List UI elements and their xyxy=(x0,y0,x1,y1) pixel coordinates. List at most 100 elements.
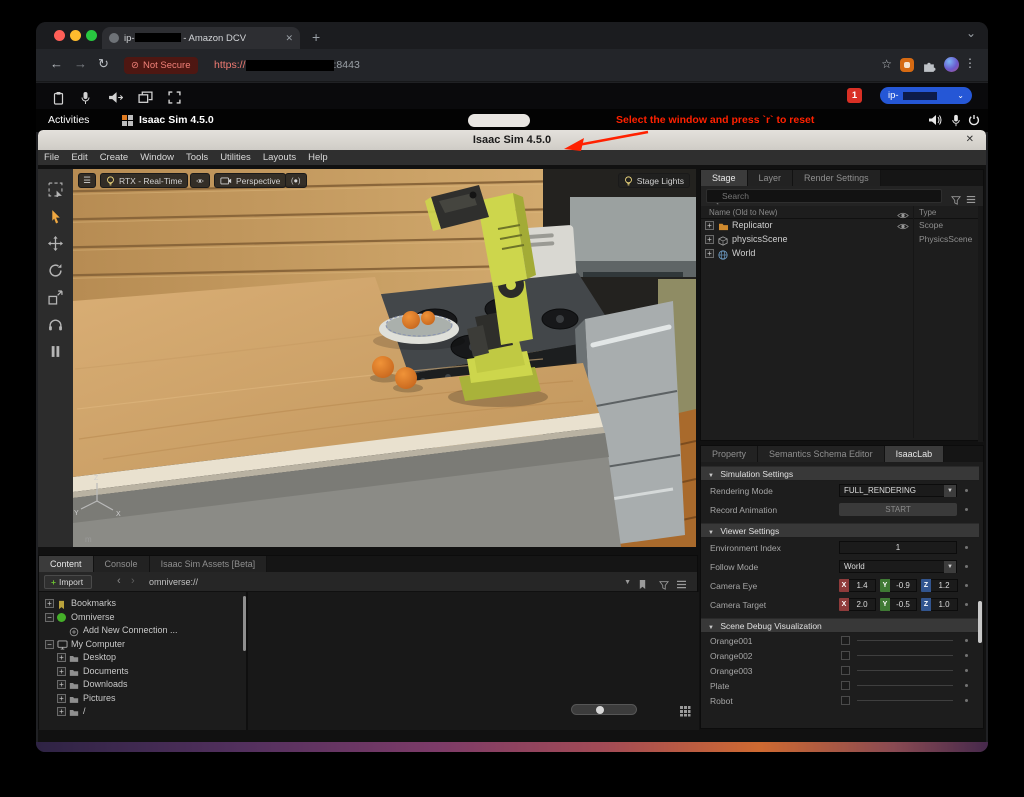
traffic-close-button[interactable] xyxy=(54,30,65,41)
camera-dropdown[interactable]: Perspective xyxy=(214,173,286,188)
viewport-menu-icon[interactable]: ☰ xyxy=(78,173,96,188)
expand-icon[interactable]: + xyxy=(705,249,714,258)
stage-search-input[interactable] xyxy=(706,189,942,203)
clipboard-icon[interactable] xyxy=(52,89,65,107)
expand-icon[interactable]: + xyxy=(57,667,66,676)
column-type[interactable]: Type xyxy=(919,208,936,217)
rotate-tool-icon[interactable] xyxy=(48,262,63,278)
tab-semantics-schema-editor[interactable]: Semantics Schema Editor xyxy=(758,446,885,462)
tree-item-desktop[interactable]: + Desktop xyxy=(39,651,246,665)
nav-back-icon[interactable]: ‹ xyxy=(117,575,121,587)
volume-icon[interactable] xyxy=(928,114,942,126)
scale-tool-icon[interactable] xyxy=(48,289,63,305)
clock-pill[interactable] xyxy=(468,114,530,127)
stage-row-physicsscene[interactable]: + physicsScene PhysicsScene xyxy=(701,233,983,247)
menu-utilities[interactable]: Utilities xyxy=(214,152,257,163)
new-tab-button[interactable]: + xyxy=(312,28,320,46)
browser-tab[interactable]: ip- - Amazon DCV ✕ xyxy=(102,27,300,49)
extensions-puzzle-icon[interactable] xyxy=(923,58,936,76)
not-secure-badge[interactable]: ⊘ Not Secure xyxy=(124,57,198,74)
traffic-zoom-button[interactable] xyxy=(86,30,97,41)
menu-create[interactable]: Create xyxy=(94,152,135,163)
visibility-eye-icon[interactable] xyxy=(190,173,210,188)
camera-target-x-field[interactable]: 2.0 xyxy=(849,598,876,611)
start-button[interactable]: START xyxy=(839,503,957,516)
stage-scrollbar[interactable] xyxy=(978,206,983,442)
tab-stage[interactable]: Stage xyxy=(701,170,748,186)
profile-avatar[interactable] xyxy=(944,57,959,72)
follow-mode-dropdown[interactable]: World ▼ xyxy=(839,560,957,573)
tab-layer[interactable]: Layer xyxy=(748,170,794,186)
grid-view-icon[interactable] xyxy=(679,702,691,720)
lighting-mode-icon[interactable]: (●) xyxy=(285,173,307,188)
eye-icon[interactable] xyxy=(897,221,909,231)
rendering-mode-dropdown[interactable]: FULL_RENDERING ▼ xyxy=(839,484,957,497)
tab-content[interactable]: Content xyxy=(39,556,94,572)
robot-checkbox[interactable] xyxy=(841,696,850,705)
power-icon[interactable] xyxy=(968,114,980,126)
path-breadcrumb[interactable]: omniverse:// xyxy=(149,577,198,587)
orange002-checkbox[interactable] xyxy=(841,651,850,660)
camera-eye-x-field[interactable]: 1.4 xyxy=(849,579,876,592)
tree-item-my-computer[interactable]: − My Computer xyxy=(39,638,246,652)
menu-layouts[interactable]: Layouts xyxy=(257,152,302,163)
menu-help[interactable]: Help xyxy=(302,152,334,163)
stage-lights-button[interactable]: Stage Lights xyxy=(618,173,690,188)
tab-isaaclab[interactable]: IsaacLab xyxy=(885,446,945,462)
import-button[interactable]: +Import xyxy=(44,575,92,589)
move-tool-icon[interactable] xyxy=(48,235,63,251)
focused-app-title[interactable]: Isaac Sim 4.5.0 xyxy=(139,114,214,126)
tab-property[interactable]: Property xyxy=(701,446,758,462)
tree-item-pictures[interactable]: + Pictures xyxy=(39,692,246,706)
tab-close-icon[interactable]: ✕ xyxy=(285,33,293,44)
viewport-3d[interactable]: Z X Y m ☰ RTX - Real-Time xyxy=(73,169,696,547)
window-close-icon[interactable]: ✕ xyxy=(966,130,974,150)
camera-eye-z-field[interactable]: 1.2 xyxy=(931,579,958,592)
renderer-dropdown[interactable]: RTX - Real-Time xyxy=(100,173,188,188)
audio-output-icon[interactable] xyxy=(108,89,123,107)
collapse-icon[interactable]: − xyxy=(45,613,54,622)
menu-edit[interactable]: Edit xyxy=(65,152,93,163)
orange001-checkbox[interactable] xyxy=(841,636,850,645)
dcv-session-pill[interactable]: ip- ⌄ xyxy=(880,87,972,104)
mic-status-icon[interactable] xyxy=(951,114,961,127)
menu-tools[interactable]: Tools xyxy=(180,152,214,163)
expand-icon[interactable]: + xyxy=(705,221,714,230)
plate-checkbox[interactable] xyxy=(841,681,850,690)
collapse-icon[interactable]: − xyxy=(45,640,54,649)
pause-icon[interactable] xyxy=(50,343,61,359)
orange003-checkbox[interactable] xyxy=(841,666,850,675)
thumbnail-size-slider[interactable] xyxy=(571,704,637,715)
tree-item-add-connection[interactable]: Add New Connection ... xyxy=(39,624,246,638)
reload-button[interactable]: ↻ xyxy=(98,56,109,72)
slider-knob[interactable] xyxy=(596,706,604,714)
snap-tool-icon[interactable] xyxy=(48,316,63,332)
menu-file[interactable]: File xyxy=(38,152,65,163)
bookmark-star-icon[interactable]: ☆ xyxy=(881,57,892,71)
tab-render-settings[interactable]: Render Settings xyxy=(793,170,881,186)
section-scene-debug-visualization[interactable]: ▼ Scene Debug Visualization xyxy=(701,618,979,633)
camera-target-z-field[interactable]: 1.0 xyxy=(931,598,958,611)
camera-eye-y-field[interactable]: -0.9 xyxy=(890,579,917,592)
tree-item-downloads[interactable]: + Downloads xyxy=(39,678,246,692)
activities-button[interactable]: Activities xyxy=(48,114,89,126)
window-titlebar[interactable]: Isaac Sim 4.5.0 ✕ xyxy=(38,130,986,150)
stage-row-world[interactable]: + World xyxy=(701,247,983,261)
path-dropdown-icon[interactable]: ▼ xyxy=(624,579,631,586)
expand-icon[interactable]: + xyxy=(45,599,54,608)
tab-list-chevron-icon[interactable]: ⌄ xyxy=(966,26,976,40)
tree-item-documents[interactable]: + Documents xyxy=(39,665,246,679)
column-name[interactable]: Name (Old to New) xyxy=(709,208,777,217)
stage-row-replicator[interactable]: + Replicator Scope xyxy=(701,219,983,233)
tree-scrollbar-thumb[interactable] xyxy=(243,596,246,651)
expand-icon[interactable]: + xyxy=(57,653,66,662)
tab-isaac-sim-assets[interactable]: Isaac Sim Assets [Beta] xyxy=(150,556,268,572)
expand-icon[interactable]: + xyxy=(57,680,66,689)
tab-console[interactable]: Console xyxy=(94,556,150,572)
tree-item-omniverse[interactable]: − Omniverse xyxy=(39,611,246,625)
menu-window[interactable]: Window xyxy=(134,152,180,163)
nav-forward-icon[interactable]: › xyxy=(131,575,135,587)
cursor-tool-icon[interactable] xyxy=(50,208,61,224)
tree-item-root-drive[interactable]: + / xyxy=(39,705,246,719)
camera-target-y-field[interactable]: -0.5 xyxy=(890,598,917,611)
